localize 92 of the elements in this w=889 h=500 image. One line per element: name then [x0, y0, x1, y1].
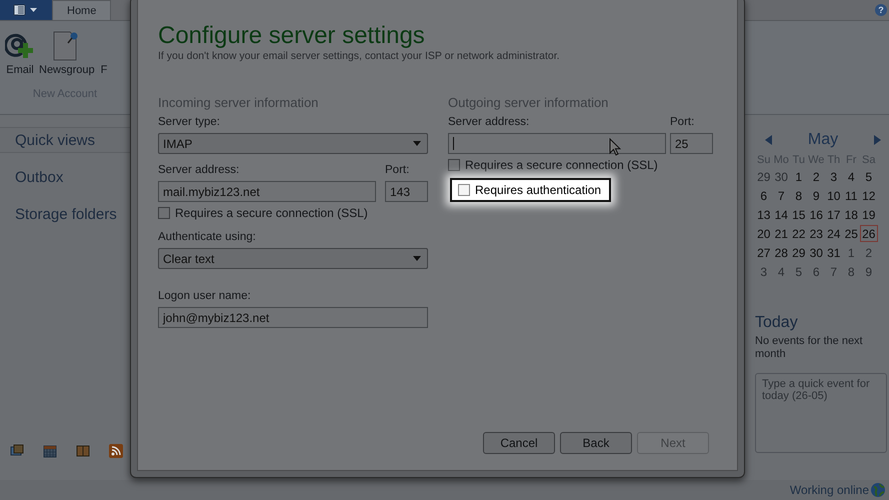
help-button[interactable]: ?: [875, 4, 887, 16]
calendar-day[interactable]: 15: [790, 206, 808, 223]
calendar-day[interactable]: 5: [860, 168, 878, 185]
ribbon-button[interactable]: F: [100, 29, 108, 76]
calendar-day[interactable]: 5: [790, 263, 808, 280]
book-icon[interactable]: [76, 444, 90, 458]
calendar-day[interactable]: 7: [772, 187, 790, 204]
nav-item[interactable]: Storage folders: [0, 201, 130, 227]
checkbox[interactable]: [448, 159, 460, 171]
caret-icon: [413, 141, 421, 146]
status-text: Working online: [790, 483, 869, 497]
calendar-day[interactable]: 17: [825, 206, 842, 223]
calendar-day[interactable]: 2: [808, 168, 825, 185]
server-address-field[interactable]: [448, 133, 666, 154]
checkbox[interactable]: [158, 207, 170, 219]
ribbon-button[interactable]: Newsgroup: [39, 29, 95, 76]
calendar-day[interactable]: 24: [825, 225, 842, 242]
calendar-day[interactable]: 12: [860, 187, 878, 204]
calendar-day[interactable]: 26: [860, 225, 878, 242]
calendar-day[interactable]: 31: [825, 244, 842, 261]
checkbox-label: Requires a secure connection (SSL): [175, 206, 368, 220]
today-title: Today: [755, 314, 799, 332]
calendar-day[interactable]: 29: [790, 244, 808, 261]
calendar-day[interactable]: 3: [825, 168, 842, 185]
calendar-day[interactable]: 30: [808, 244, 825, 261]
calendar-day[interactable]: 13: [755, 206, 772, 223]
calendar-day[interactable]: 22: [790, 225, 808, 242]
user-name-field[interactable]: john@mybiz123.net: [158, 307, 428, 328]
calendar-day[interactable]: 2: [860, 244, 878, 261]
calendar-day[interactable]: 9: [860, 263, 878, 280]
calendar-day[interactable]: 9: [808, 187, 825, 204]
calendar-day[interactable]: 11: [842, 187, 860, 204]
calendar-day[interactable]: 18: [842, 206, 860, 223]
calendar-day[interactable]: 8: [842, 263, 860, 280]
caret-icon: [413, 256, 421, 261]
calendar-day[interactable]: 4: [772, 263, 790, 280]
calendar-day[interactable]: 1: [842, 244, 860, 261]
dialog-button[interactable]: Back: [560, 432, 632, 454]
calendar-day[interactable]: 28: [772, 244, 790, 261]
field-label: Port:: [670, 116, 696, 128]
calendar-day[interactable]: 7: [825, 263, 842, 280]
port-field[interactable]: 143: [385, 181, 428, 202]
calendar-day[interactable]: 23: [808, 225, 825, 242]
calendar-day[interactable]: 27: [755, 244, 772, 261]
field-label: Server type:: [158, 116, 221, 128]
calendar-day[interactable]: 1: [790, 168, 808, 185]
field-label: Logon user name:: [158, 290, 252, 302]
mouse-cursor-icon: [609, 138, 621, 156]
calendar-day[interactable]: 3: [755, 263, 772, 280]
server-type-dropdown[interactable]: IMAP: [158, 133, 428, 154]
quick-event-field[interactable]: Type a quick event for today (26-05): [755, 373, 887, 453]
month-title: May: [808, 131, 838, 149]
feed-icon[interactable]: [109, 444, 123, 458]
calendar-day[interactable]: 21: [772, 225, 790, 242]
calendar-day[interactable]: 10: [825, 187, 842, 204]
checkbox-label: Requires authentication: [475, 183, 602, 197]
calendar-day[interactable]: 6: [755, 187, 772, 204]
calendar-day[interactable]: 30: [772, 168, 790, 185]
nav-item[interactable]: Outbox: [0, 164, 130, 190]
section-heading: Outgoing server information: [448, 95, 610, 110]
mail-icon[interactable]: [10, 444, 24, 458]
ribbon-tab[interactable]: Home: [52, 0, 112, 20]
calendar-day[interactable]: 16: [808, 206, 825, 223]
calendar-day[interactable]: 8: [790, 187, 808, 204]
calendar-day[interactable]: 29: [755, 168, 772, 185]
calendar-icon[interactable]: [43, 444, 57, 458]
server-address-field[interactable]: mail.mybiz123.net: [158, 181, 376, 202]
calendar-day[interactable]: 19: [860, 206, 878, 223]
port-field[interactable]: 25: [670, 133, 713, 154]
field-label: Server address:: [448, 116, 530, 128]
next-month-icon[interactable]: [872, 135, 881, 145]
list-caret-icon: [13, 4, 39, 16]
checkbox-label: Requires a secure connection (SSL): [465, 158, 658, 172]
calendar-day[interactable]: 14: [772, 206, 790, 223]
checkbox[interactable]: [458, 184, 470, 196]
field-label: Port:: [385, 164, 410, 176]
calendar-day[interactable]: 20: [755, 225, 772, 242]
section-heading: Incoming server information: [158, 95, 320, 110]
field-label: Authenticate using:: [158, 231, 257, 243]
previous-month-icon[interactable]: [765, 135, 773, 145]
dialog-title: Configure server settings: [158, 22, 426, 50]
globe-icon: [871, 483, 885, 497]
calendar-day[interactable]: 4: [842, 168, 860, 185]
dialog-button[interactable]: Cancel: [483, 432, 555, 454]
calendar-day[interactable]: 6: [808, 263, 825, 280]
authentication-dropdown[interactable]: Clear text: [158, 248, 428, 269]
app-menu-button[interactable]: [0, 0, 52, 20]
dialog-subtitle: If you don't know your email server settings, contact your ISP or network administrator.: [158, 50, 561, 62]
calendar-day[interactable]: 25: [842, 225, 860, 242]
no-events-message: No events for the next month: [755, 335, 864, 361]
field-label: Server address:: [158, 164, 240, 176]
ribbon-button[interactable]: Email: [5, 29, 35, 76]
